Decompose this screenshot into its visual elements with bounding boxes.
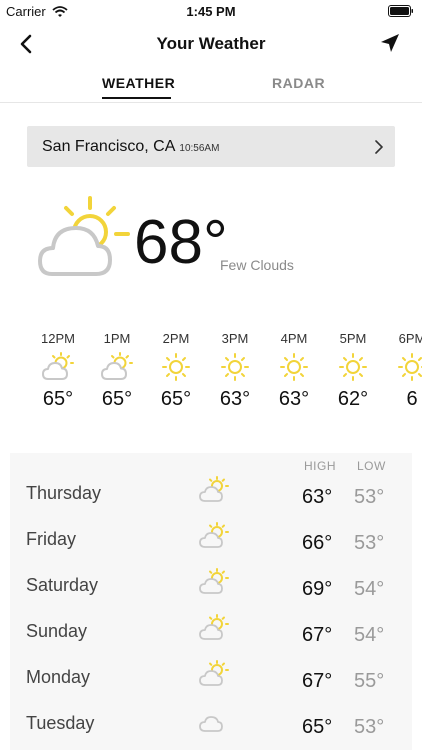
tab-weather[interactable]: WEATHER (102, 75, 175, 91)
hour-item: 4PM 63° (264, 330, 324, 411)
day-row: Friday 66° 53° (10, 519, 412, 565)
partly-cloudy-icon (101, 352, 133, 380)
day-name: Friday (26, 529, 77, 549)
hour-item: 2PM 65° (146, 330, 206, 411)
partly-cloudy-icon (38, 196, 130, 276)
hour-time: 4PM (280, 331, 308, 346)
day-row: Thursday 63° 53° (10, 473, 412, 519)
battery-icon (388, 5, 413, 17)
hour-temperature: 6 (406, 388, 418, 410)
chevron-right-icon (375, 140, 383, 154)
hour-temperature: 65° (42, 388, 74, 410)
tab-bar: WEATHER RADAR (0, 66, 422, 103)
day-name: Thursday (26, 483, 102, 503)
hour-time: 1PM (103, 331, 131, 346)
day-name: Tuesday (26, 713, 95, 733)
active-tab-indicator (102, 97, 171, 99)
hour-temperature: 65° (101, 388, 133, 410)
day-low: 54° (354, 578, 385, 600)
partly-cloudy-icon (199, 568, 229, 594)
hour-time: 12PM (41, 331, 75, 346)
high-column-header: HIGH (304, 459, 336, 473)
day-low: 53° (354, 486, 385, 508)
day-low: 53° (354, 532, 385, 554)
status-time: 1:45 PM (186, 4, 236, 19)
hour-time: 2PM (162, 331, 190, 346)
cloud-icon (199, 716, 223, 732)
hour-time: 3PM (221, 331, 249, 346)
hour-temperature: 63° (219, 388, 251, 410)
sun-icon (339, 353, 367, 381)
navigation-bar: Your Weather (0, 22, 422, 66)
day-row: Saturday 69° 54° (10, 565, 412, 611)
sun-icon (280, 353, 308, 381)
day-high: 65° (302, 716, 333, 738)
current-condition: Few Clouds (220, 257, 294, 273)
location-selector[interactable]: San Francisco, CA 10:56AM (27, 126, 395, 167)
day-name: Monday (26, 667, 91, 687)
hourly-forecast[interactable]: 12PM 65° 1PM 65° 2PM 65° 3PM 63° 4PM 63°… (0, 330, 422, 430)
hour-item: 5PM 62° (323, 330, 383, 411)
status-bar: Carrier 1:45 PM (0, 0, 422, 22)
day-high: 69° (302, 578, 333, 600)
sun-icon (162, 353, 190, 381)
hour-temperature: 62° (337, 388, 369, 410)
hour-item: 3PM 63° (205, 330, 265, 411)
day-row: Monday 67° 55° (10, 657, 412, 703)
day-low: 55° (354, 670, 385, 692)
location-time: 10:56AM (179, 143, 220, 154)
day-row: Tuesday 65° 53° (10, 703, 412, 749)
partly-cloudy-icon (199, 476, 229, 502)
day-high: 67° (302, 670, 333, 692)
location-label: San Francisco, CA 10:56AM (42, 138, 219, 156)
day-row: Sunday 67° 54° (10, 611, 412, 657)
low-column-header: LOW (357, 459, 386, 473)
sun-icon (398, 353, 422, 381)
day-high: 66° (302, 532, 333, 554)
location-arrow-icon[interactable] (378, 31, 402, 55)
current-temperature: 68° (134, 208, 228, 277)
hour-time: 5PM (339, 331, 367, 346)
location-city: San Francisco, CA (42, 138, 176, 155)
page-title: Your Weather (156, 34, 266, 53)
partly-cloudy-icon (199, 614, 229, 640)
hour-item: 1PM 65° (87, 330, 147, 411)
day-low: 54° (354, 624, 385, 646)
hour-time: 6PM (398, 331, 422, 346)
partly-cloudy-icon (199, 522, 229, 548)
day-high: 67° (302, 624, 333, 646)
day-name: Sunday (26, 621, 88, 641)
daily-forecast: HIGH LOW Thursday 63° 53° Friday 66° 53°… (10, 453, 412, 750)
partly-cloudy-icon (42, 352, 74, 380)
day-low: 53° (354, 716, 385, 738)
partly-cloudy-icon (199, 660, 229, 686)
sun-icon (221, 353, 249, 381)
day-name: Saturday (26, 575, 99, 595)
hour-item: 12PM 65° (28, 330, 88, 411)
tab-radar[interactable]: RADAR (272, 75, 325, 91)
hour-item: 6PM 6 (382, 330, 422, 411)
hour-temperature: 63° (278, 388, 310, 410)
hour-temperature: 65° (160, 388, 192, 410)
day-high: 63° (302, 486, 333, 508)
